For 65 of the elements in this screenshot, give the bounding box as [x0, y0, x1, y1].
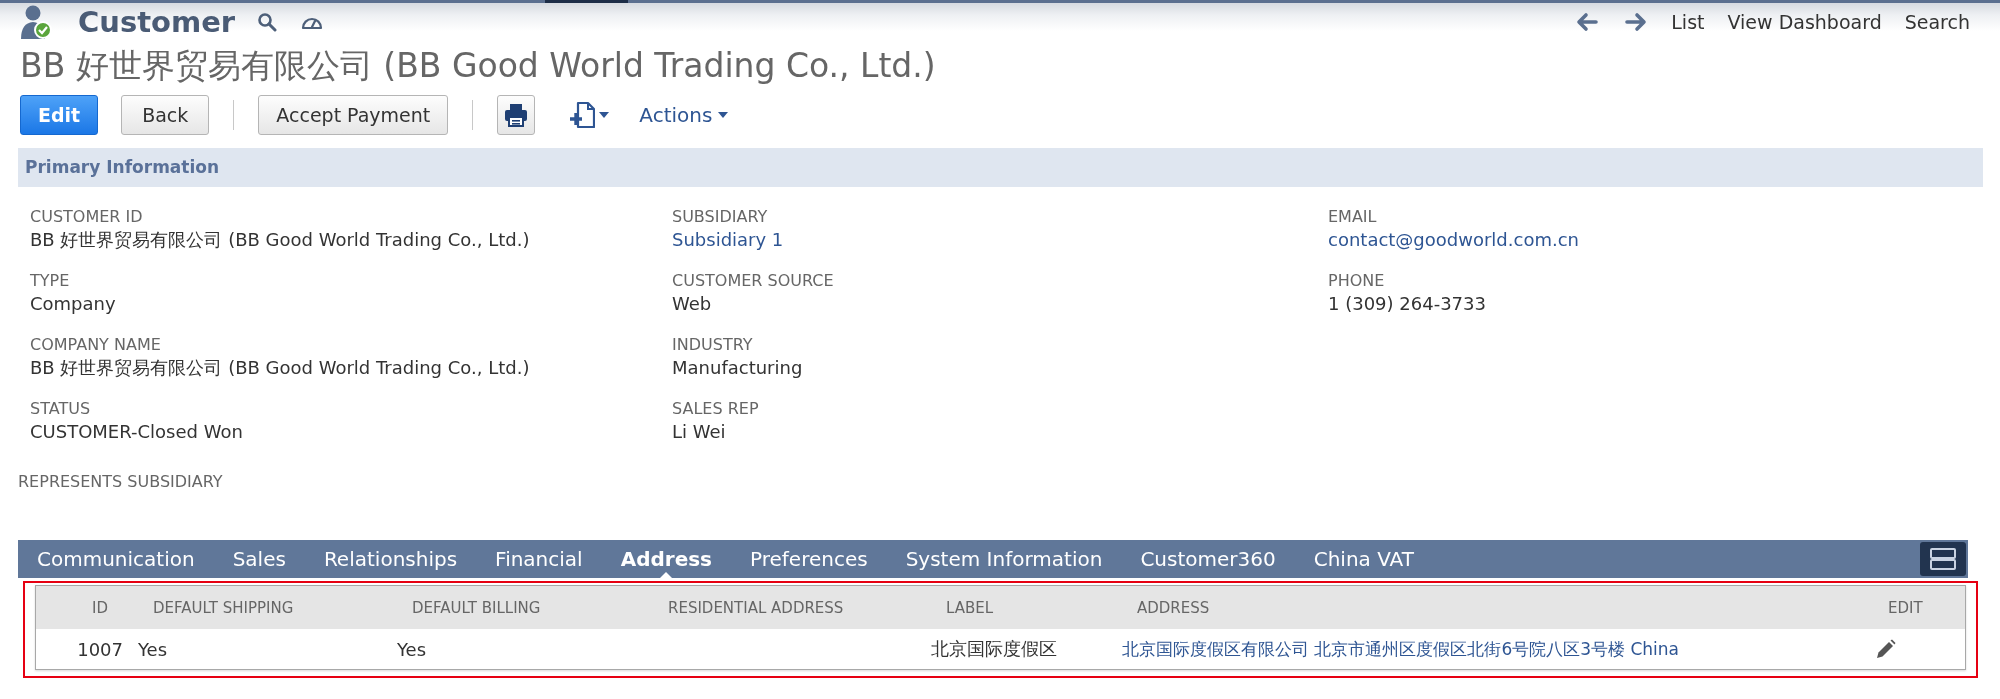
field-label: COMPANY NAME	[30, 335, 161, 355]
new-document-icon	[569, 101, 596, 129]
column-header: LABEL	[946, 598, 994, 617]
field-label: INDUSTRY	[672, 335, 753, 355]
column-header: DEFAULT SHIPPING	[153, 598, 294, 617]
field-label: CUSTOMER SOURCE	[672, 271, 834, 291]
table-cell: Yes	[138, 638, 168, 660]
field-value: Company	[30, 292, 116, 316]
field-label: TYPE	[30, 271, 70, 291]
field-label: STATUS	[30, 399, 91, 419]
record-title: BB 好世界贸易有限公司 (BB Good World Trading Co., Ltd.)	[20, 46, 936, 86]
table-cell: 北京国际度假区	[931, 637, 1057, 661]
caret-icon	[599, 112, 610, 118]
subtab[interactable]: Preferences	[731, 540, 887, 578]
table-cell: Yes	[397, 638, 427, 660]
accept-payment-button[interactable]: Accept Payment	[258, 95, 449, 135]
nav-link[interactable]: View Dashboard	[1727, 9, 1882, 34]
column-header: ID	[92, 598, 108, 617]
back-button[interactable]: Back	[121, 95, 210, 135]
subtab[interactable]: Sales	[213, 540, 305, 578]
stacked-rows-icon	[1930, 548, 1956, 570]
subtab[interactable]: Financial	[476, 540, 602, 578]
field-value: Manufacturing	[672, 356, 803, 380]
field-value: 1 (309) 264-3733	[1328, 292, 1486, 316]
forward-arrow-icon[interactable]	[1624, 11, 1649, 32]
field-label: SALES REP	[672, 399, 759, 419]
column-header: RESIDENTIAL ADDRESS	[668, 598, 844, 617]
field-value: Li Wei	[672, 420, 726, 444]
layout-toggle-button[interactable]	[1920, 542, 1966, 576]
field-label: REPRESENTS SUBSIDIARY	[18, 472, 223, 492]
field-value: Web	[672, 292, 712, 316]
actions-menu-button[interactable]: Actions	[639, 100, 729, 130]
column-header: ADDRESS	[1137, 598, 1210, 617]
subtab[interactable]: Relationships	[304, 540, 477, 578]
nav-link[interactable]: List	[1671, 9, 1705, 34]
address-link[interactable]: 北京国际度假区有限公司 北京市通州区度假区北街6号院八区3号楼 China	[1122, 637, 1679, 661]
subtab[interactable]: Customer360	[1121, 540, 1295, 578]
subtab[interactable]: Communication	[18, 540, 214, 578]
subtab[interactable]: China VAT	[1294, 540, 1433, 578]
field-label: CUSTOMER ID	[30, 207, 143, 227]
edit-button[interactable]: Edit	[20, 95, 99, 135]
field-label: EMAIL	[1328, 207, 1377, 227]
caret-icon	[718, 112, 729, 118]
new-record-button[interactable]	[569, 100, 610, 130]
customer-verified-icon	[20, 3, 52, 40]
nav-link[interactable]: Search	[1904, 9, 1970, 34]
table-cell: 1007	[77, 638, 123, 660]
print-button[interactable]	[497, 95, 536, 135]
section-header: Primary Information	[18, 148, 1983, 187]
subtab[interactable]: Address	[601, 540, 731, 578]
record-type-title: Customer	[78, 4, 236, 39]
column-header: DEFAULT BILLING	[412, 598, 541, 617]
field-value: BB 好世界贸易有限公司 (BB Good World Trading Co., Ltd.)	[30, 228, 530, 252]
printer-icon	[504, 103, 529, 127]
field-label: PHONE	[1328, 271, 1385, 291]
search-icon[interactable]	[257, 11, 278, 32]
back-arrow-icon[interactable]	[1575, 11, 1600, 32]
field-label: SUBSIDIARY	[672, 207, 768, 227]
pencil-icon[interactable]	[1876, 639, 1896, 659]
field-link[interactable]: contact@goodworld.com.cn	[1328, 227, 1579, 253]
field-value: BB 好世界贸易有限公司 (BB Good World Trading Co., Ltd.)	[30, 356, 530, 380]
field-link[interactable]: Subsidiary 1	[672, 227, 784, 253]
field-value: CUSTOMER-Closed Won	[30, 420, 243, 444]
column-header: EDIT	[1888, 598, 1923, 617]
subtab[interactable]: System Information	[886, 540, 1122, 578]
